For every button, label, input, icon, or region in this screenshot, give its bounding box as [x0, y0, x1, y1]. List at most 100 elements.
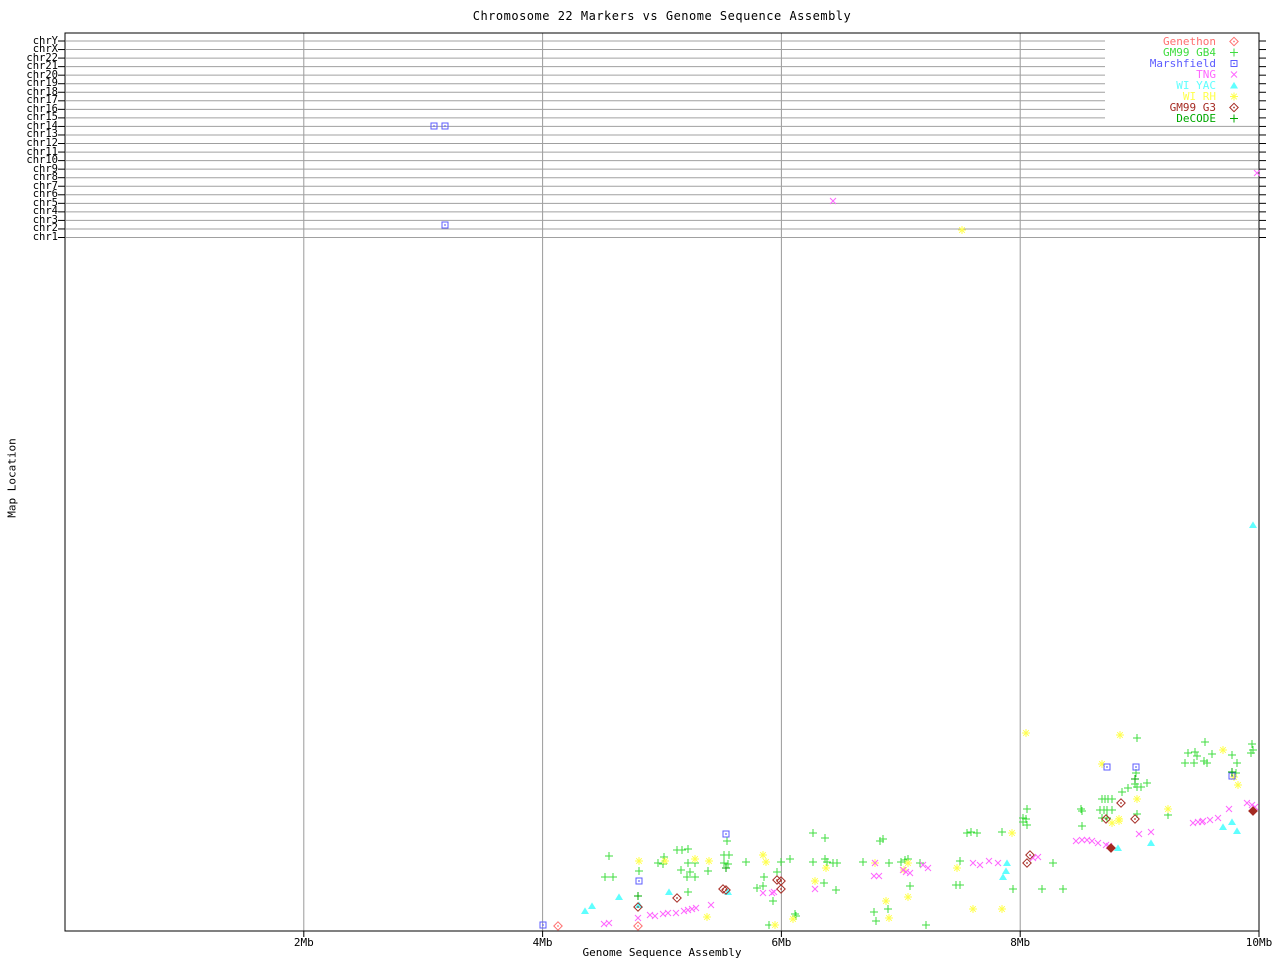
point-wi-rh	[1116, 731, 1124, 739]
point-wi-rh	[771, 921, 779, 929]
point-wi-rh	[998, 905, 1006, 913]
legend-symbol	[1230, 93, 1238, 101]
point-wi-rh	[953, 864, 961, 872]
point-gm99-g3	[1102, 815, 1110, 823]
point-gm99-gb4	[870, 908, 878, 916]
point-tng	[673, 910, 679, 916]
point-gm99-gb4	[704, 867, 712, 875]
point-gm99-gb4	[753, 884, 761, 892]
point-tng	[606, 920, 612, 926]
point-gm99-gb4	[723, 837, 731, 845]
point-wi-rh	[969, 905, 977, 913]
point-gm99-gb4	[809, 858, 817, 866]
point-marshfield	[636, 878, 642, 884]
point-gm99-gb4	[742, 858, 750, 866]
point-wi-rh	[1234, 781, 1242, 789]
point-wi-yac	[999, 873, 1007, 880]
point-gm99-gb4	[872, 917, 880, 925]
point-tng	[681, 908, 687, 914]
point-wi-rh	[1219, 746, 1227, 754]
point-tng	[1079, 837, 1085, 843]
point-gm99-gb4	[677, 866, 685, 874]
point-decode	[722, 864, 730, 872]
point-marshfield	[1104, 764, 1110, 770]
point-tng	[876, 873, 882, 879]
legend-symbol	[1230, 82, 1238, 89]
point-gm99-g3	[1131, 815, 1139, 823]
point-wi-rh	[904, 859, 912, 867]
point-tng	[995, 860, 1001, 866]
point-tng	[635, 915, 641, 921]
point-tng	[685, 907, 691, 913]
point-wi-rh	[1115, 817, 1123, 825]
point-gm99-gb4	[1078, 822, 1086, 830]
point-gm99-gb4	[635, 867, 643, 875]
point-gm99-gb4	[601, 873, 609, 881]
point-gm99-gb4	[1023, 805, 1031, 813]
point-gm99-gb4	[859, 858, 867, 866]
point-wi-rh	[691, 855, 699, 863]
point-wi-yac	[1228, 818, 1236, 825]
point-tng	[771, 889, 777, 895]
point-tng	[652, 913, 658, 919]
point-gm99-gb4	[821, 834, 829, 842]
point-tng	[769, 890, 775, 896]
point-gm99-gb4	[724, 860, 732, 868]
point-gm99-gb4	[684, 859, 692, 867]
gm99-g3-symbol-icon	[1226, 102, 1242, 113]
point-genethon	[634, 922, 642, 930]
point-wi-yac	[1219, 823, 1227, 830]
tng-symbol-icon	[1226, 69, 1242, 80]
point-gm99-gb4	[684, 845, 692, 853]
point-gm99-gb4	[691, 873, 699, 881]
point-wi-yac	[1147, 839, 1155, 846]
point-gm99-gb4	[759, 882, 767, 890]
point-wi-rh	[1133, 795, 1141, 803]
point-gm99-gb4	[1108, 806, 1116, 814]
legend: GenethonGM99 GB4MarshfieldTNGWI YACWI RH…	[1150, 36, 1242, 124]
point-tng	[1035, 854, 1041, 860]
point-gm99-gb4	[773, 868, 781, 876]
point-gm99-gb4	[1208, 750, 1216, 758]
point-wi-yac	[588, 902, 596, 909]
point-tng	[1148, 829, 1154, 835]
point-genethon	[554, 922, 562, 930]
point-wi-rh	[958, 226, 966, 234]
point-wi-yac	[615, 893, 623, 900]
point-tng	[812, 886, 818, 892]
wi-rh-symbol-icon	[1226, 91, 1242, 102]
point-tng	[1226, 806, 1232, 812]
point-gm99-gb4	[956, 881, 964, 889]
point-tng	[977, 862, 983, 868]
point-gm99-gb4	[897, 858, 905, 866]
legend-label: DeCODE	[1176, 113, 1216, 124]
point-marshfield	[442, 222, 448, 228]
point-gm99-gb4	[1191, 748, 1199, 756]
point-wi-rh	[759, 851, 767, 859]
point-gm99-gb4	[1038, 885, 1046, 893]
point-gm99-gb4	[922, 921, 930, 929]
point-gm99-gb4	[1009, 885, 1017, 893]
point-gm99-gb4	[973, 829, 981, 837]
point-gm99-gb4	[885, 859, 893, 867]
point-gm99-gb4	[1143, 779, 1151, 787]
point-gm99-g3	[773, 876, 781, 884]
point-tng	[693, 905, 699, 911]
point-wi-rh	[904, 893, 912, 901]
point-wi-rh	[661, 857, 669, 865]
point-wi-rh	[789, 915, 797, 923]
point-tng	[986, 858, 992, 864]
point-gm99-gb4	[1201, 738, 1209, 746]
point-gm99-gb4	[820, 879, 828, 887]
point-gm99-gb4	[1193, 752, 1201, 760]
point-tng	[871, 873, 877, 879]
legend-item-decode: DeCODE	[1150, 113, 1242, 124]
wi-yac-symbol-icon	[1226, 80, 1242, 91]
plot-frame	[65, 33, 1259, 931]
legend-symbol	[1230, 37, 1238, 45]
point-gm99-gb4	[832, 886, 840, 894]
point-gm99-gb4	[678, 846, 686, 854]
point-tng	[760, 890, 766, 896]
point-wi-rh	[885, 914, 893, 922]
point-gm99-gb4	[654, 859, 662, 867]
